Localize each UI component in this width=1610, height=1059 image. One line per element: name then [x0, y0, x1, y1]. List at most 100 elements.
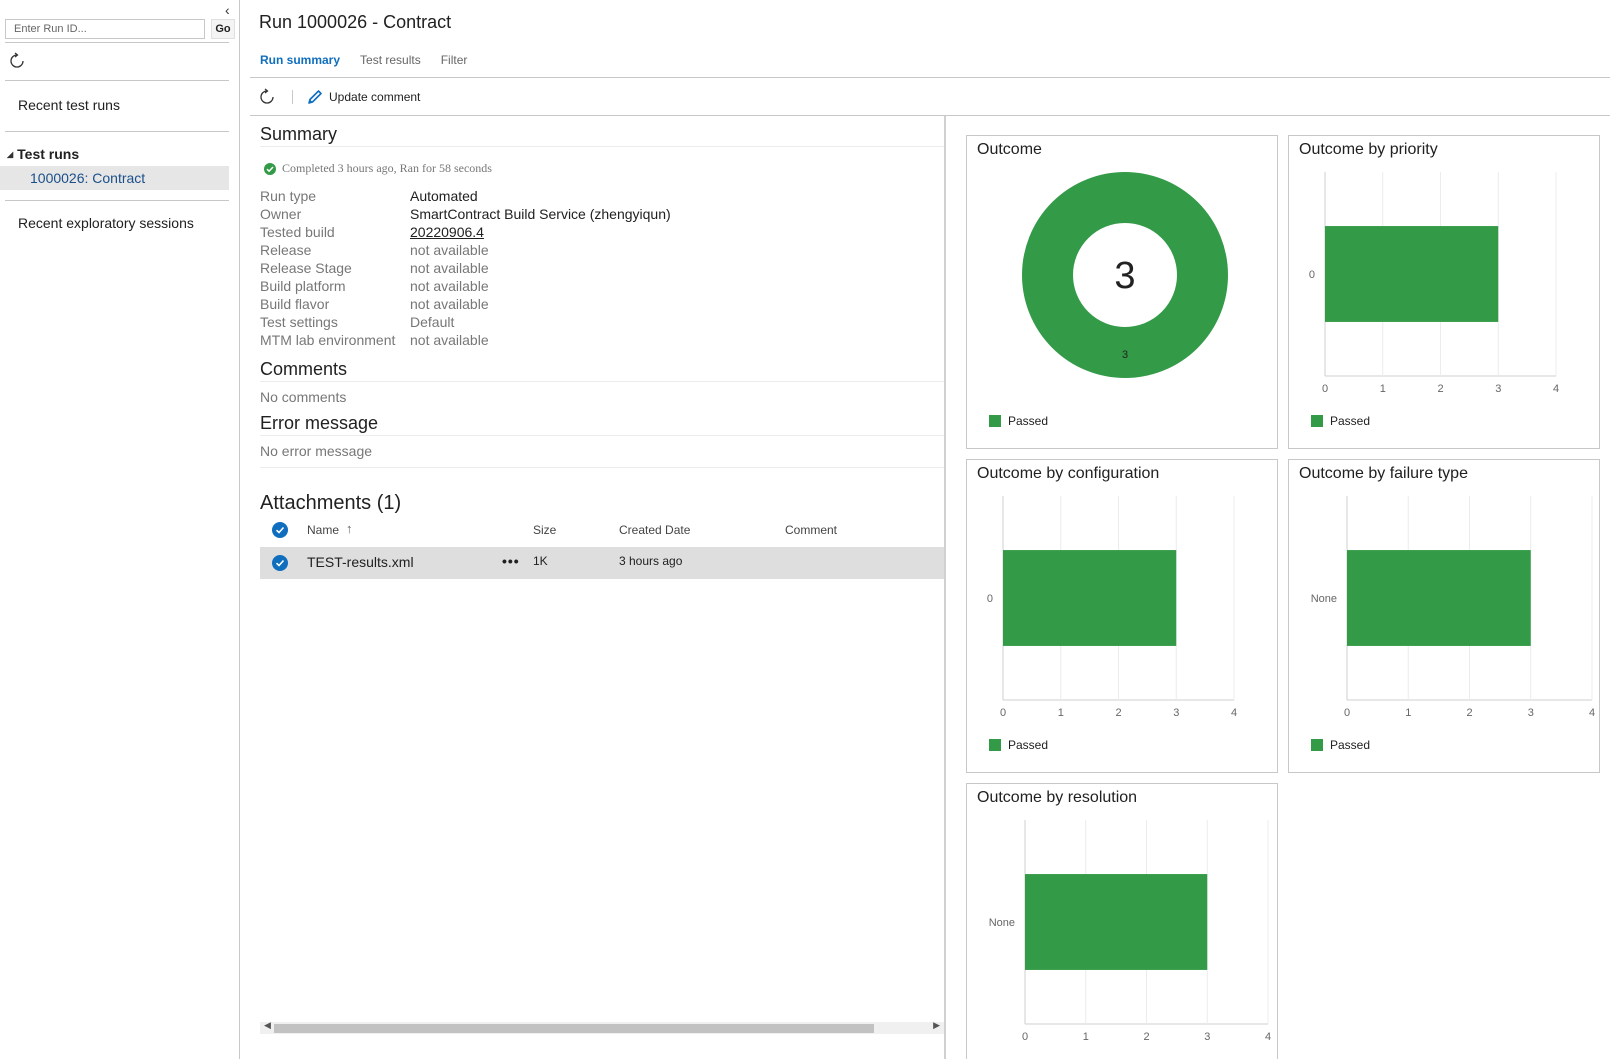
x-tick-label: 0: [1344, 707, 1350, 719]
chart-outcome-by-configuration: 0 1 2 3 4 0 Outcome by configuration Passed: [966, 459, 1278, 773]
summary-heading: Summary: [260, 124, 338, 144]
recent-test-runs-link[interactable]: Recent test runs: [18, 97, 120, 113]
attachments-grid-header: Name ↑ Size Created Date Comment: [260, 520, 944, 540]
outcome-donut-chart: 33: [1022, 172, 1228, 378]
test-run-item[interactable]: 1000026: Contract: [0, 166, 229, 190]
legend-swatch: [1311, 739, 1323, 751]
field-tested-build: Tested build 20220906.4: [260, 224, 484, 242]
field-test-settings: Test settings Default: [260, 314, 454, 332]
chart-legend: Passed: [1311, 738, 1370, 752]
collapse-chevron-icon[interactable]: ‹: [225, 2, 230, 18]
legend-label: Passed: [1330, 414, 1371, 428]
attachment-size: 1K: [533, 554, 548, 568]
field-label: MTM lab environment: [260, 332, 396, 348]
tab-filter[interactable]: Filter: [441, 53, 468, 67]
field-label: Release Stage: [260, 260, 352, 276]
field-label: Build flavor: [260, 296, 330, 312]
refresh-icon[interactable]: [8, 52, 26, 70]
legend-swatch: [989, 415, 1001, 427]
field-build-platform: Build platform not available: [260, 278, 489, 296]
horizontal-scrollbar[interactable]: ◀ ▶: [260, 1020, 944, 1034]
attachment-created-date: 3 hours ago: [619, 554, 683, 568]
divider: [5, 200, 229, 201]
run-id-bar: Go: [5, 19, 235, 39]
run-id-input[interactable]: [5, 19, 205, 39]
field-label: Owner: [260, 206, 302, 222]
expand-triangle-icon[interactable]: ◢: [7, 150, 13, 159]
recent-exploratory-sessions-link[interactable]: Recent exploratory sessions: [18, 215, 194, 231]
pencil-icon: [308, 90, 322, 104]
tab-test-results[interactable]: Test results: [360, 53, 421, 67]
chart-legend: Passed: [989, 738, 1048, 752]
more-actions-button[interactable]: •••: [502, 553, 520, 569]
field-value: not available: [410, 332, 489, 348]
field-label: Run type: [260, 188, 317, 204]
x-tick-label: 1: [1380, 383, 1386, 395]
x-tick-label: 1: [1058, 707, 1064, 719]
tested-build-link[interactable]: 20220906.4: [410, 224, 484, 242]
legend-swatch: [989, 739, 1001, 751]
select-all-checkbox[interactable]: [272, 522, 288, 538]
update-comment-button[interactable]: Update comment: [307, 89, 420, 105]
go-button[interactable]: Go: [211, 19, 235, 39]
refresh-icon[interactable]: [258, 88, 276, 106]
chart-outcome-by-resolution: 0 1 2 3 4 None Outcome by resolution: [966, 783, 1278, 1059]
x-tick-label: 0: [1322, 383, 1328, 395]
field-value: Default: [410, 314, 455, 330]
test-runs-header[interactable]: ◢ Test runs: [7, 146, 79, 162]
check-icon: [275, 526, 285, 534]
field-build-flavor: Build flavor not available: [260, 296, 489, 314]
error-message-text: No error message: [260, 443, 373, 459]
scroll-left-icon[interactable]: ◀: [264, 1020, 271, 1031]
x-tick-label: 0: [1000, 707, 1006, 719]
legend-label: Passed: [1008, 414, 1049, 428]
field-label: Tested build: [260, 224, 335, 240]
field-value: not available: [410, 278, 489, 294]
field-value: Automated: [410, 188, 478, 204]
chart-legend: Passed: [989, 414, 1048, 428]
tab-run-summary[interactable]: Run summary: [260, 53, 340, 67]
bar: [1325, 226, 1499, 322]
column-header-comment[interactable]: Comment: [785, 523, 837, 537]
pane-splitter[interactable]: [944, 116, 946, 1059]
field-owner: Owner SmartContract Build Service (zheng…: [260, 206, 671, 224]
table-row[interactable]: TEST-results.xml ••• 1K 3 hours ago: [260, 547, 944, 579]
comments-text: No comments: [260, 389, 347, 405]
bar: [1025, 874, 1208, 970]
field-value: not available: [410, 296, 489, 312]
field-label: Release: [260, 242, 312, 258]
y-tick-label: 0: [987, 593, 993, 605]
x-tick-label: 1: [1405, 707, 1411, 719]
y-tick-label: None: [989, 917, 1015, 929]
outcome-by-priority-bar-chart: 0 1 2 3 4 0: [1309, 172, 1559, 395]
test-runs-label: Test runs: [17, 146, 80, 162]
left-pane: ‹ Go Recent test runs ◢ Test runs 100002…: [0, 0, 240, 1059]
chart-outcome-by-failure-type: 0 1 2 3 4 None Outcome by failure type Passed: [1288, 459, 1600, 773]
field-value: not available: [410, 242, 489, 258]
x-tick-label: 3: [1173, 707, 1179, 719]
x-tick-label: 4: [1265, 1031, 1271, 1043]
field-release: Release not available: [260, 242, 489, 260]
chart-title: Outcome by failure type: [1299, 465, 1468, 482]
x-tick-label: 3: [1528, 707, 1534, 719]
bar: [1347, 550, 1531, 646]
scrollbar-thumb[interactable]: [274, 1024, 874, 1033]
legend-label: Passed: [1008, 738, 1049, 752]
chart-outcome-by-priority: 0 1 2 3 4 0 Outcome by priority Passed: [1288, 135, 1600, 449]
divider: [260, 435, 944, 436]
column-header-created-date[interactable]: Created Date: [619, 523, 690, 537]
field-release-stage: Release Stage not available: [260, 260, 489, 278]
check-circle-icon: [264, 162, 276, 175]
column-header-size[interactable]: Size: [533, 523, 556, 537]
attachment-name-link[interactable]: TEST-results.xml: [307, 554, 414, 570]
x-tick-label: 3: [1204, 1031, 1210, 1043]
update-comment-label: Update comment: [329, 90, 421, 104]
field-label: Build platform: [260, 278, 346, 294]
center-total-label: 3: [1114, 255, 1135, 297]
column-header-name[interactable]: Name: [307, 523, 339, 537]
chart-title: Outcome by configuration: [977, 465, 1160, 482]
field-run-type: Run type Automated: [260, 188, 478, 206]
row-checkbox[interactable]: [272, 555, 288, 571]
scroll-right-icon[interactable]: ▶: [933, 1020, 940, 1031]
bar: [1003, 550, 1177, 646]
